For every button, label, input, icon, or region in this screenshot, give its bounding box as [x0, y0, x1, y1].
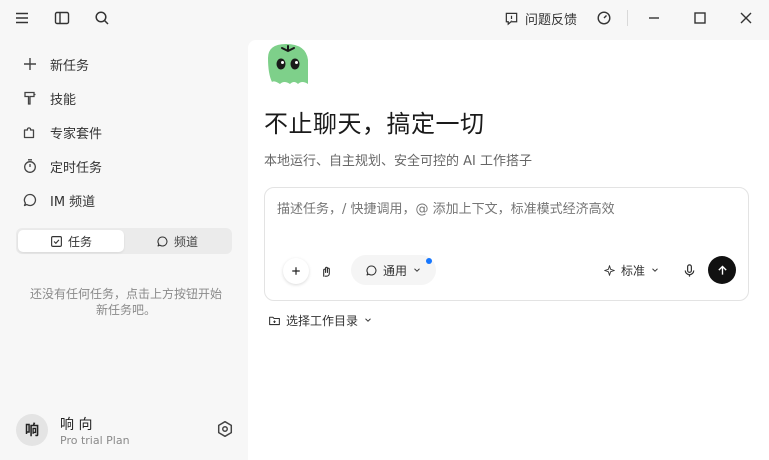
sidebar-toggle-icon[interactable] [52, 8, 72, 28]
mode-label: 通用 [383, 263, 408, 278]
task-input[interactable] [277, 202, 737, 217]
chevron-down-icon [365, 318, 371, 322]
sidebar-item-new-task[interactable]: 新任务 [22, 52, 89, 76]
sidebar-item-label: 定时任务 [50, 160, 103, 176]
gesture-button[interactable] [313, 258, 339, 284]
avatar[interactable]: 响 [16, 414, 48, 446]
sidebar-item-skills[interactable]: 技能 [22, 86, 76, 110]
minimize-icon[interactable] [644, 8, 664, 28]
level-selector[interactable]: 标准 [603, 260, 660, 280]
plus-icon [24, 58, 36, 70]
tab-tasks-label: 任务 [67, 234, 92, 249]
tab-channels-label: 频道 [173, 234, 198, 249]
plus-icon [292, 267, 300, 275]
select-workdir-button[interactable]: 选择工作目录 [268, 311, 373, 329]
sidebar-item-label: 新任务 [50, 58, 90, 74]
empty-tasks-message: 还没有任何任务，点击上方按钮开始新任务吧。 [29, 287, 222, 317]
main-panel: 不止聊天，搞定一切 本地运行、自主规划、安全可控的 AI 工作搭子 通用 标准 [248, 40, 769, 460]
sidebar-item-im-channel[interactable]: IM 频道 [22, 188, 95, 212]
timer-icon [24, 159, 36, 173]
sidebar: 新任务 技能 专家套件 定时任务 IM 频道 任务 频道 还没有任何任务，点击上… [0, 36, 248, 460]
user-name: 响 向 [60, 417, 93, 433]
settings-icon[interactable] [216, 420, 234, 438]
sidebar-item-label: 技能 [50, 92, 77, 108]
sparkle-icon [604, 264, 615, 276]
tab-tasks[interactable]: 任务 [18, 230, 124, 252]
search-icon[interactable] [92, 8, 112, 28]
level-label: 标准 [621, 263, 646, 278]
sidebar-item-scheduled[interactable]: 定时任务 [22, 154, 102, 178]
chat-icon [23, 193, 37, 207]
user-profile[interactable]: 响 响 向 Pro trial Plan [16, 414, 246, 448]
titlebar-divider [627, 10, 628, 26]
folder-icon [269, 316, 280, 325]
microphone-button[interactable] [679, 260, 699, 280]
brush-icon [24, 91, 36, 105]
hand-icon [322, 266, 330, 277]
chat-icon [366, 265, 377, 275]
arrow-up-icon [717, 264, 727, 275]
feedback-label: 问题反馈 [525, 12, 578, 28]
puzzle-icon [23, 127, 35, 139]
attach-button[interactable] [283, 258, 309, 284]
chevron-down-icon [414, 268, 420, 272]
composer: 通用 标准 [264, 187, 749, 301]
mode-selector[interactable]: 通用 [351, 255, 437, 285]
gauge-icon[interactable] [594, 8, 614, 28]
task-channel-switch: 任务 频道 [16, 228, 232, 254]
chat-icon [157, 236, 168, 246]
page-title: 不止聊天，搞定一切 [264, 110, 485, 138]
sidebar-item-label: 专家套件 [50, 126, 103, 142]
title-bar: 问题反馈 [0, 0, 769, 36]
menu-icon[interactable] [12, 8, 32, 28]
sidebar-item-expert-kits[interactable]: 专家套件 [22, 120, 102, 144]
checkbox-icon [51, 235, 62, 247]
send-button[interactable] [708, 256, 736, 284]
page-subtitle: 本地运行、自主规划、安全可控的 AI 工作搭子 [264, 154, 532, 169]
feedback-button[interactable]: 问题反馈 [504, 8, 577, 28]
tab-channels[interactable]: 频道 [124, 230, 230, 252]
feedback-icon [505, 12, 518, 25]
microphone-icon [684, 263, 694, 277]
maximize-icon[interactable] [690, 8, 710, 28]
notification-dot [426, 258, 433, 264]
chevron-down-icon [652, 268, 658, 272]
close-icon[interactable] [736, 8, 756, 28]
workdir-label: 选择工作目录 [286, 313, 359, 328]
user-plan: Pro trial Plan [60, 434, 130, 447]
mascot-logo [268, 44, 308, 84]
sidebar-item-label: IM 频道 [50, 194, 96, 210]
